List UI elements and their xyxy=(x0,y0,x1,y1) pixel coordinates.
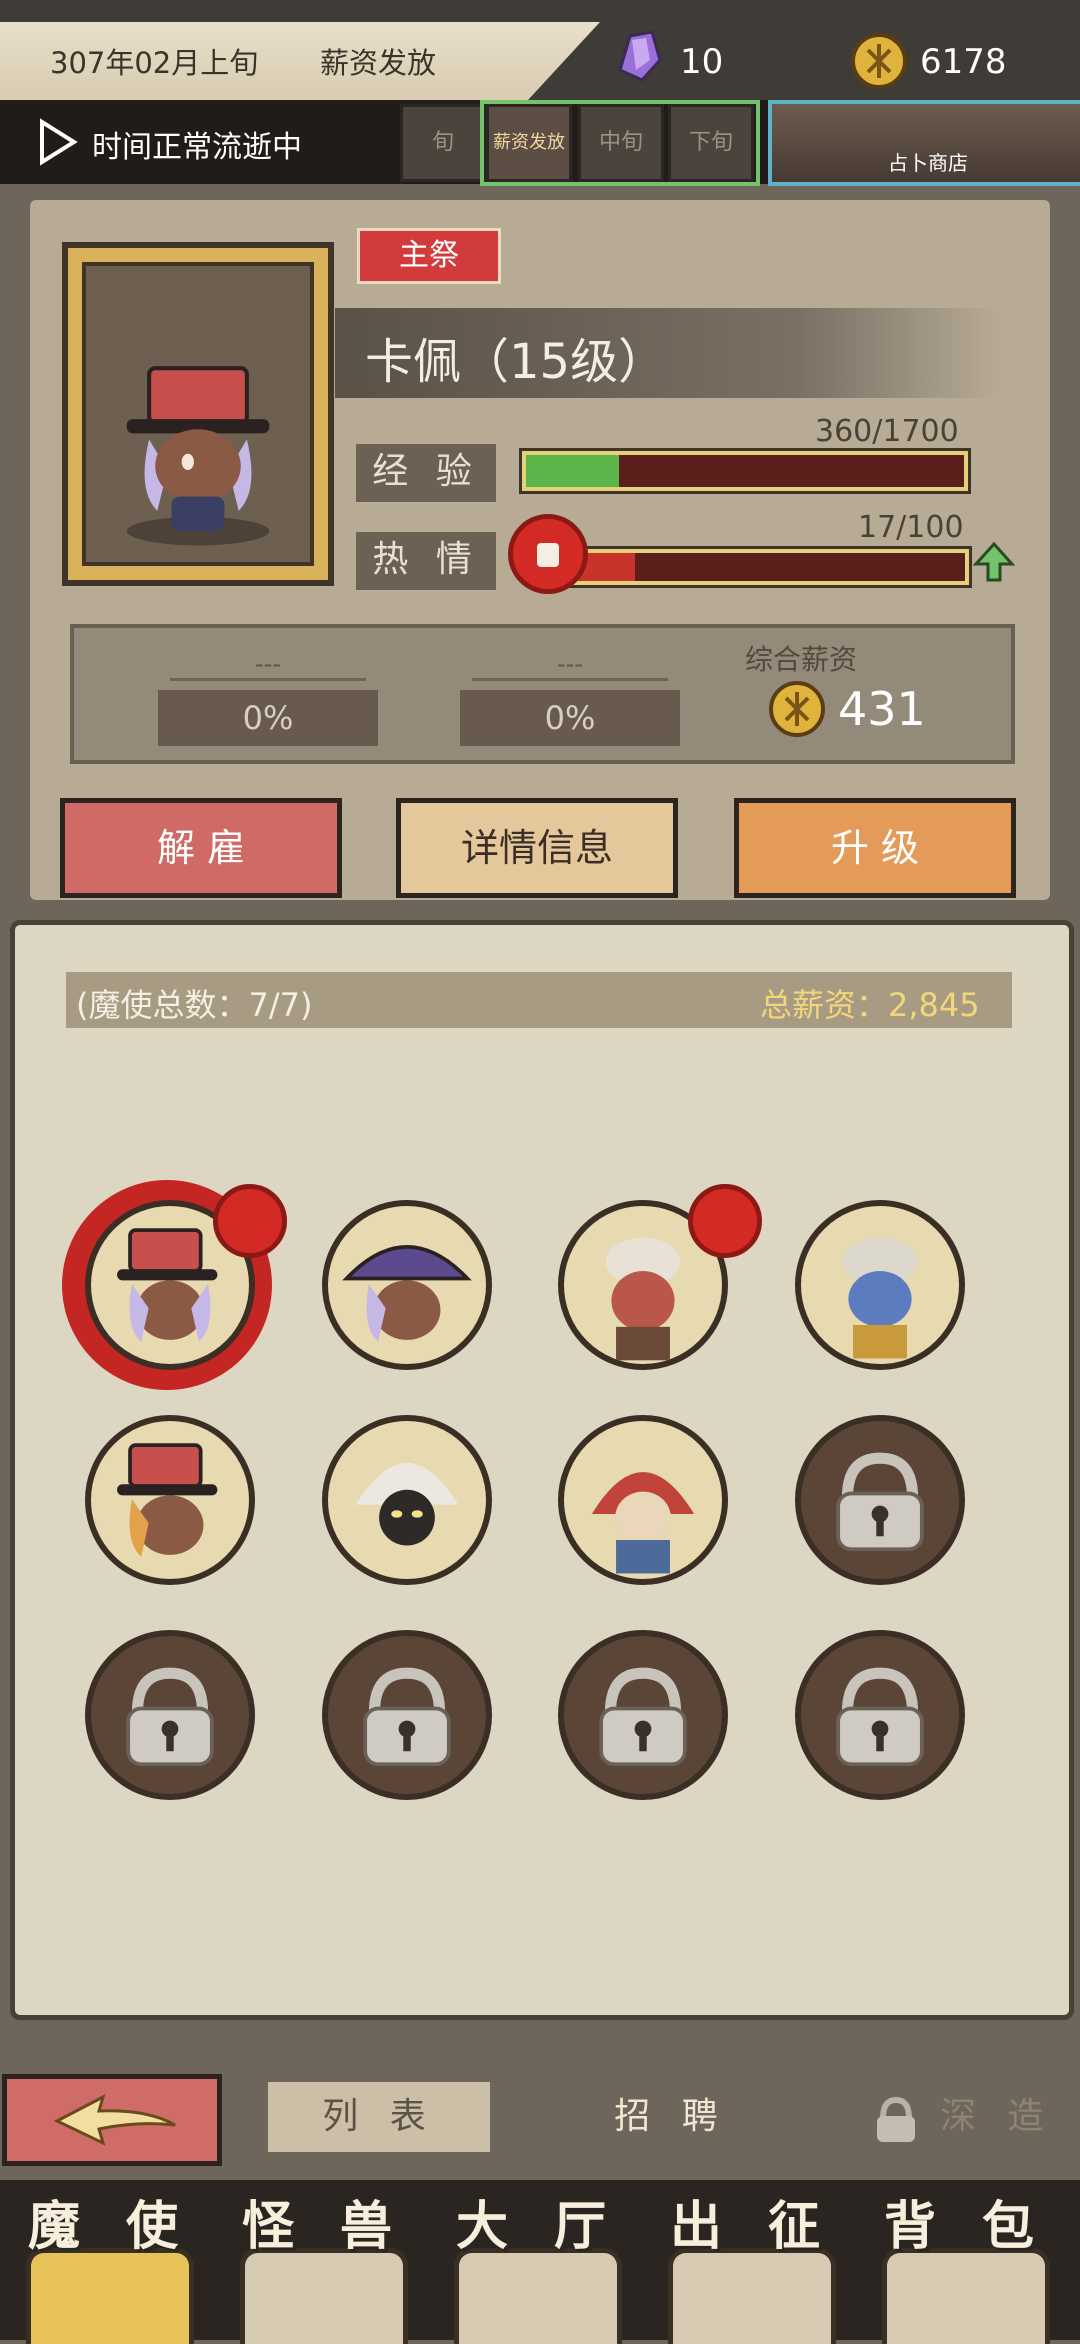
roster-slot[interactable] xyxy=(85,1415,255,1585)
exp-bar xyxy=(519,448,971,494)
back-arrow-icon xyxy=(53,2094,176,2146)
nav-monsters[interactable]: 怪 兽 xyxy=(222,2184,426,2344)
nav-backpack[interactable]: 背 包 xyxy=(864,2184,1068,2344)
time-status: 时间正常流逝中 xyxy=(92,130,302,165)
character-avatar xyxy=(342,1245,472,1342)
nav-hall[interactable]: 大 厅 xyxy=(436,2184,640,2344)
gold-coin-icon xyxy=(851,33,907,89)
exp-bar-fill xyxy=(526,455,619,487)
period-early[interactable]: 旬 xyxy=(400,104,486,182)
total-wage-label: 综合薪资 xyxy=(745,643,858,676)
wage-slot: --- 0% xyxy=(460,650,680,760)
gold-coin-icon xyxy=(769,681,825,737)
passion-face-icon xyxy=(508,514,588,594)
gold-count: 6178 xyxy=(920,42,1007,82)
roster-count: (魔使总数：7/7) xyxy=(76,986,313,1024)
current-event: 薪资发放 xyxy=(320,46,437,80)
locked-slot[interactable] xyxy=(795,1415,965,1585)
period-selector-frame xyxy=(480,100,760,186)
locked-slot[interactable] xyxy=(85,1630,255,1800)
tab-list[interactable]: 列 表 xyxy=(268,2082,490,2152)
shop-label: 占卜商店 xyxy=(888,151,968,175)
lock-icon xyxy=(877,2096,915,2142)
lock-icon xyxy=(836,1452,924,1552)
roster-total-salary: 总薪资：2,845 xyxy=(760,986,980,1024)
wage-slot-title: --- xyxy=(557,650,583,678)
lock-icon xyxy=(126,1667,214,1767)
details-button[interactable]: 详情信息 xyxy=(396,798,678,898)
nav-label: 背 包 xyxy=(883,2197,1049,2257)
expedition-icon xyxy=(668,2248,836,2344)
monster-icon xyxy=(240,2248,408,2344)
roster-slot[interactable] xyxy=(558,1415,728,1585)
nav-expedition[interactable]: 出 征 xyxy=(650,2184,854,2344)
back-button[interactable] xyxy=(2,2074,222,2166)
wage-slot-title: --- xyxy=(255,650,281,678)
character-avatar xyxy=(126,366,270,546)
crystal-icon xyxy=(618,30,662,82)
skull-icon xyxy=(26,2248,194,2344)
wage-slot-percent: 0% xyxy=(158,690,378,746)
hall-icon xyxy=(454,2248,622,2344)
total-wage-value: 431 xyxy=(838,682,926,736)
passion-face-icon xyxy=(688,1184,762,1258)
passion-value: 17/100 xyxy=(858,510,964,545)
wage-slot-percent: 0% xyxy=(460,690,680,746)
play-icon[interactable] xyxy=(38,118,78,166)
character-avatar xyxy=(591,1472,695,1574)
period-label: 旬 xyxy=(431,130,454,155)
nav-label: 魔 使 xyxy=(27,2197,193,2257)
roster-slot[interactable] xyxy=(322,1200,492,1370)
exp-label: 经 验 xyxy=(356,444,496,502)
tab-advanced-training[interactable]: 深 造 xyxy=(940,2082,1053,2152)
locked-slot[interactable] xyxy=(322,1630,492,1800)
character-avatar xyxy=(842,1237,918,1359)
locked-slot[interactable] xyxy=(558,1630,728,1800)
wage-slot: --- 0% xyxy=(158,650,378,760)
nav-label: 出 征 xyxy=(669,2197,835,2257)
tab-recruit[interactable]: 招 聘 xyxy=(560,2082,782,2152)
exp-value: 360/1700 xyxy=(815,414,959,449)
nav-label: 大 厅 xyxy=(455,2197,621,2257)
passion-bar xyxy=(560,546,972,588)
character-avatar xyxy=(117,1443,218,1557)
character-portrait xyxy=(62,242,334,586)
game-date: 307年02月上旬 xyxy=(50,46,259,80)
fire-button[interactable]: 解 雇 xyxy=(60,798,342,898)
lock-icon xyxy=(836,1667,924,1767)
passion-label: 热 情 xyxy=(356,532,496,590)
roster-slot[interactable] xyxy=(795,1200,965,1370)
nav-envoys[interactable]: 魔 使 xyxy=(8,2184,212,2344)
locked-slot[interactable] xyxy=(795,1630,965,1800)
lock-icon xyxy=(363,1667,451,1767)
lock-icon xyxy=(599,1667,687,1767)
roster-slot[interactable] xyxy=(322,1415,492,1585)
character-avatar xyxy=(355,1462,459,1546)
level-up-arrow-icon xyxy=(972,541,1016,582)
passion-face-icon xyxy=(213,1184,287,1258)
crystal-count: 10 xyxy=(680,42,724,82)
upgrade-button[interactable]: 升 级 xyxy=(734,798,1016,898)
character-name: 卡佩（15级） xyxy=(365,334,667,390)
role-tag: 主祭 xyxy=(357,228,501,284)
backpack-icon xyxy=(882,2248,1050,2344)
nav-label: 怪 兽 xyxy=(241,2197,407,2257)
divination-shop-button[interactable]: 占卜商店 xyxy=(768,100,1080,186)
